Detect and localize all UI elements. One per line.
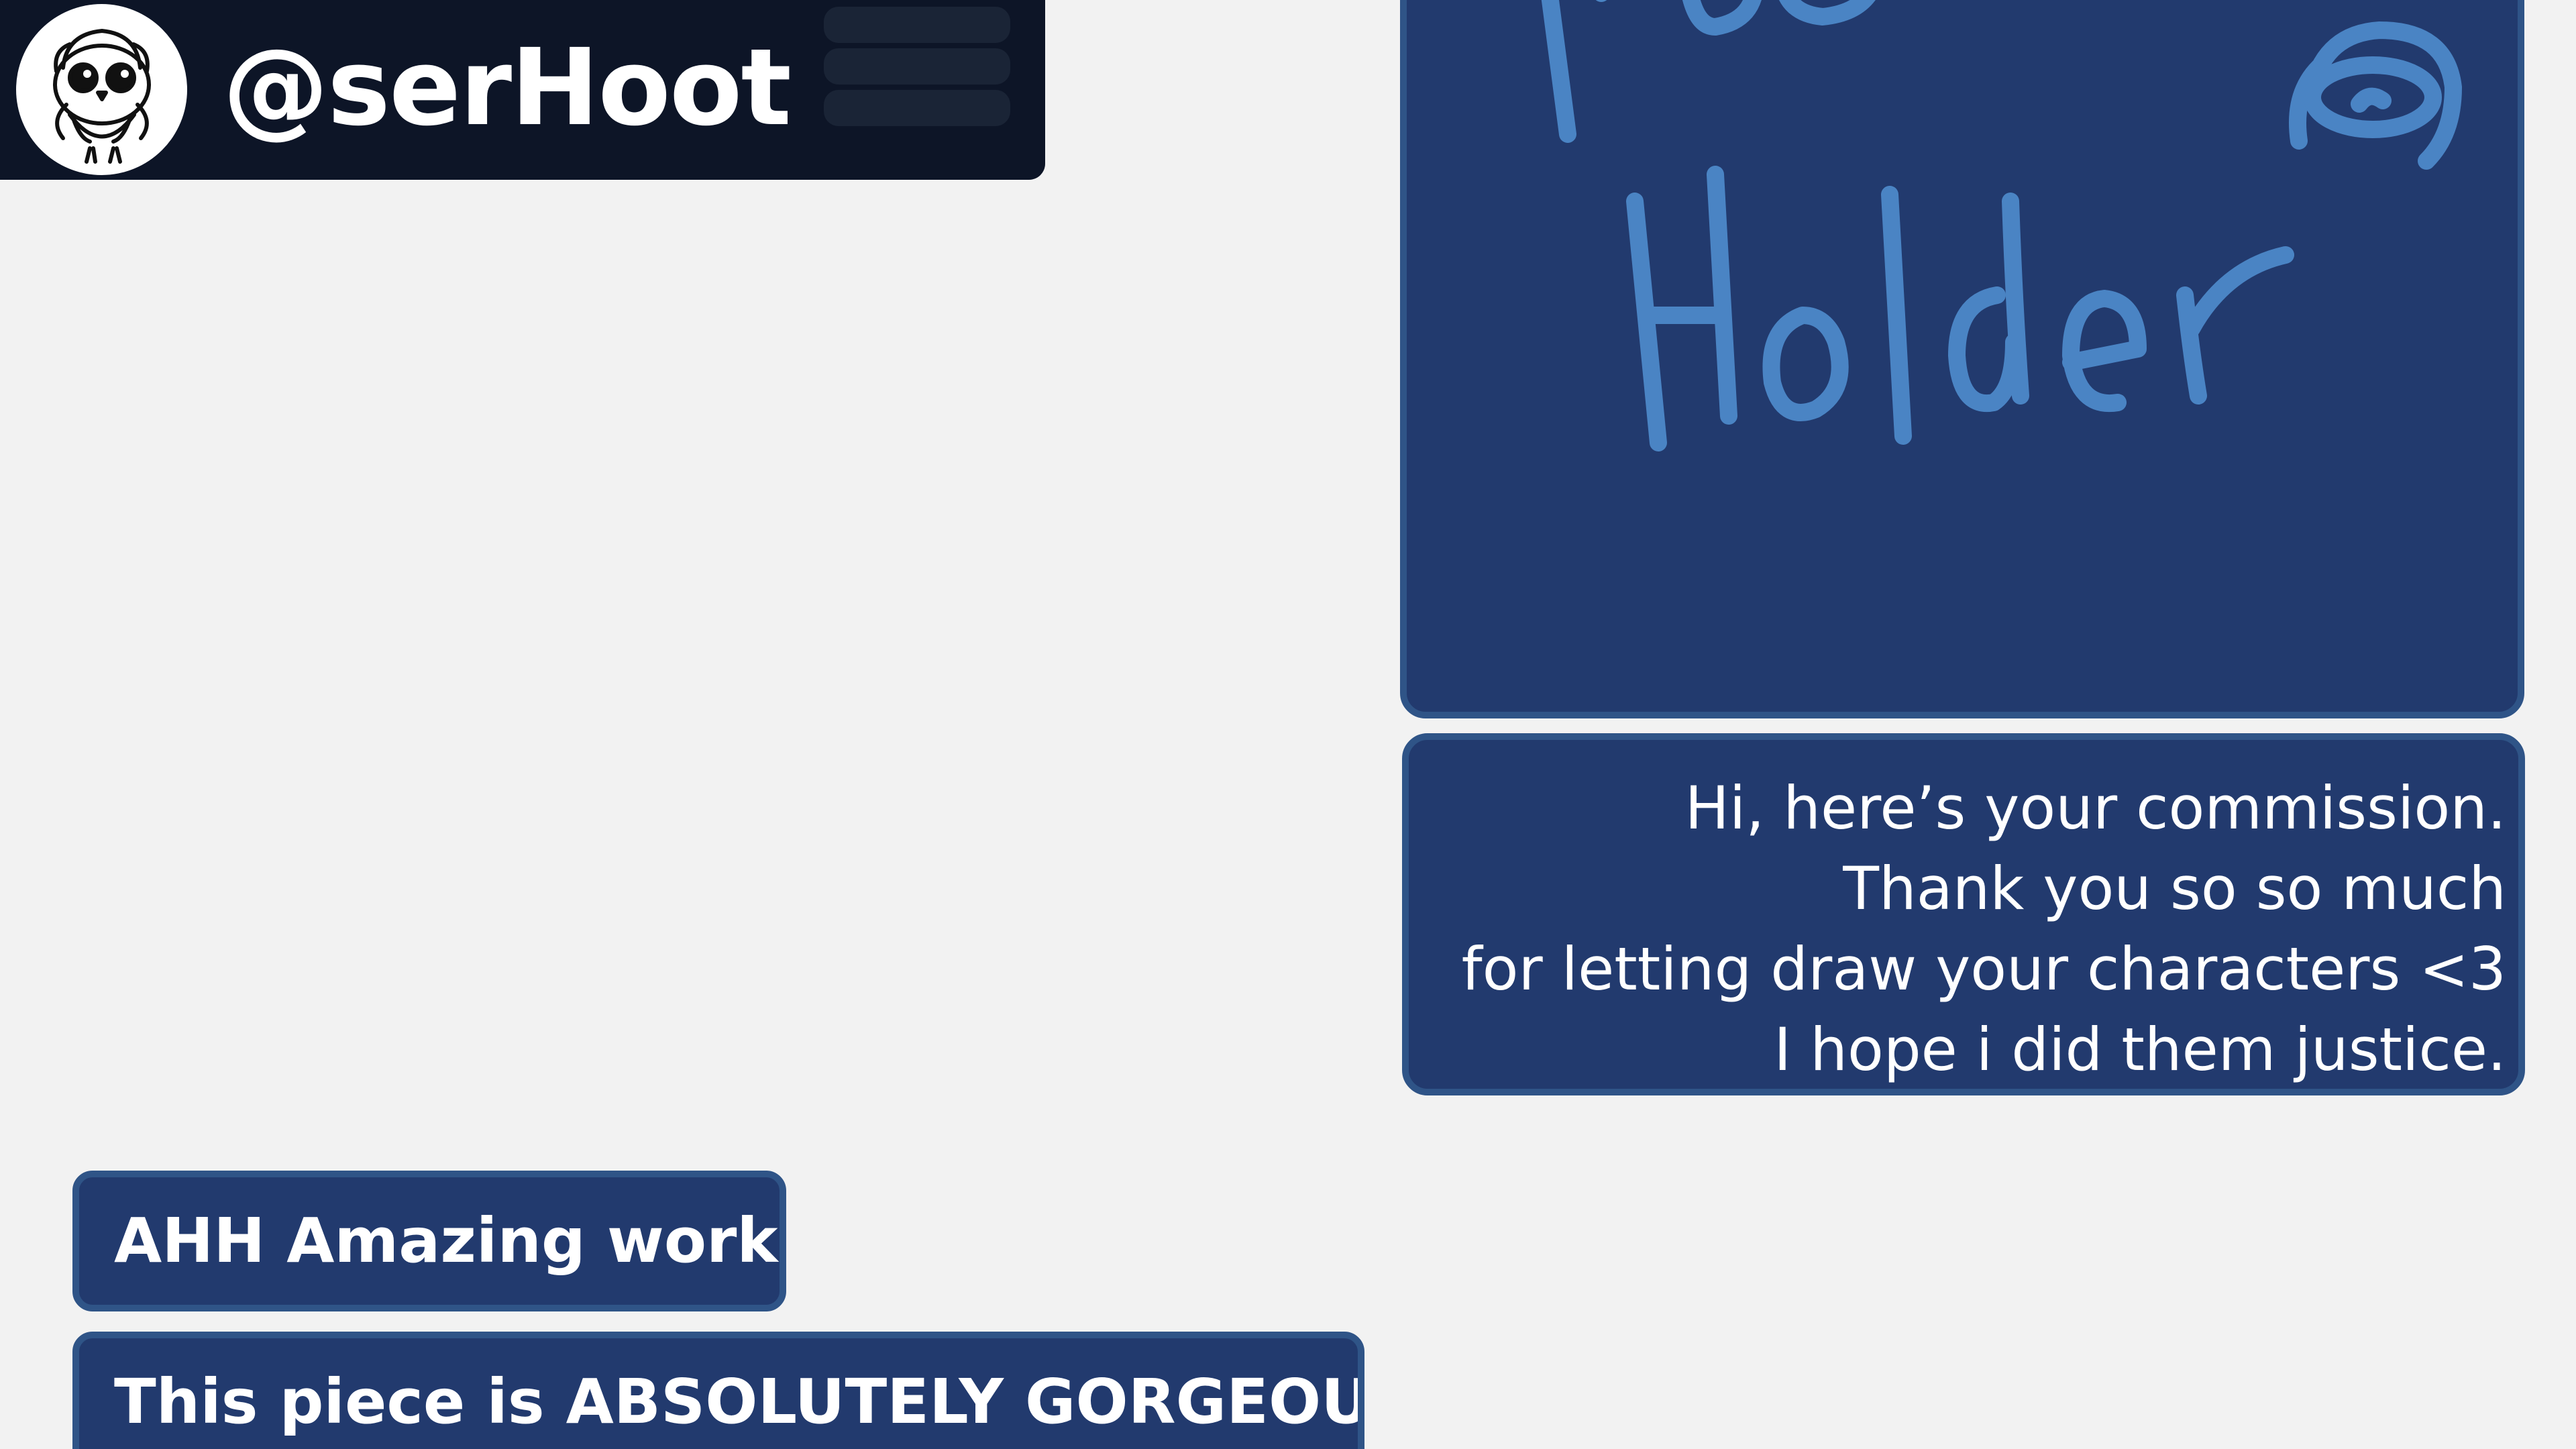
message-line: Thank you so so much [1843,854,2506,923]
menu-bar-line [824,48,1010,85]
message-text: This piece is ABSOLUTELY GORGEOUS [114,1366,1364,1438]
message-line: I hope i did them justice. [1774,1015,2506,1084]
username: @serHoot [223,26,792,150]
menu-bar-line [824,7,1010,43]
message-bubble-left[interactable]: This piece is ABSOLUTELY GORGEOUS [72,1332,1364,1449]
chat-header: @serHoot [0,0,1045,180]
message-bubble-left[interactable]: AHH Amazing work! [72,1171,786,1311]
avatar[interactable] [16,4,187,175]
message-line: Hi, here’s your commission. [1684,773,2506,843]
placeholder-drawing-icon [1541,0,2462,451]
menu-bar-line [824,90,1010,126]
image-message-bubble[interactable] [1400,0,2524,718]
message-text: AHH Amazing work! [114,1205,786,1277]
owl-avatar-icon [53,29,151,164]
message-bubble-right[interactable]: Hi, here’s your commission. Thank you so… [1402,733,2525,1095]
message-line: for letting draw your characters <3 [1461,934,2506,1004]
